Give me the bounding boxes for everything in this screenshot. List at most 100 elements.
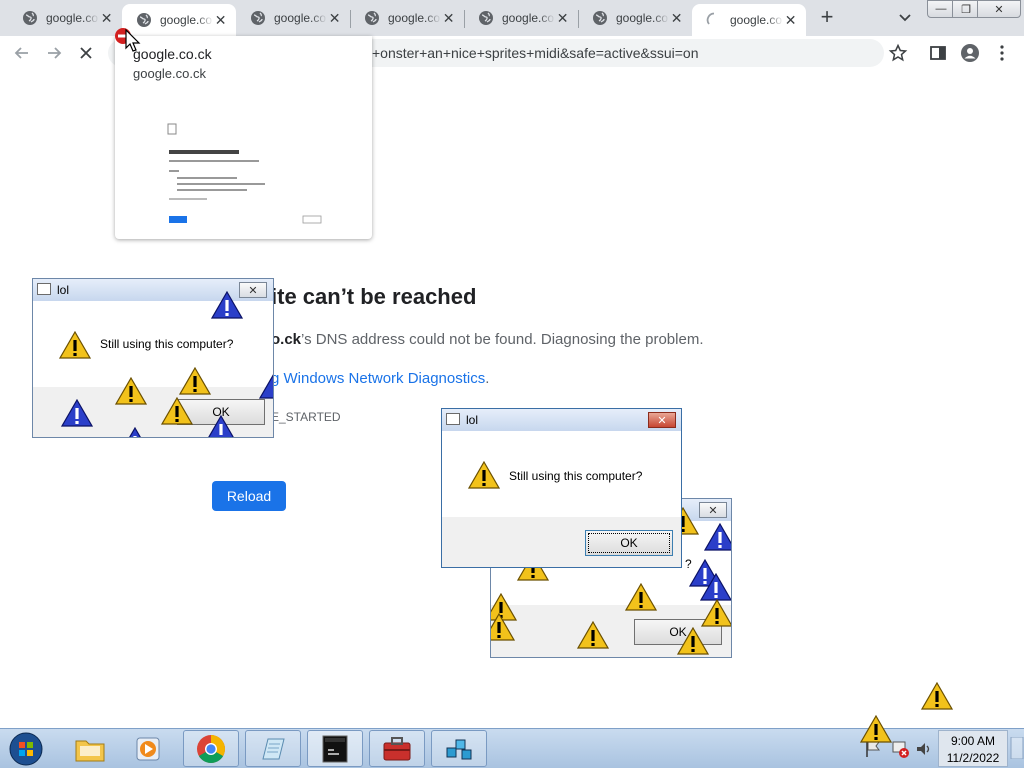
warning-icon xyxy=(179,367,211,395)
taskbar-media-player[interactable] xyxy=(120,730,176,767)
minimize-button[interactable]: — xyxy=(927,0,955,18)
tab-title: google.co.ck xyxy=(160,13,213,27)
warning-icon xyxy=(704,523,732,551)
address-text[interactable]: +onster+an+nice+sprites+midi&safe=active… xyxy=(372,45,698,61)
dialog-close-button[interactable]: ✕ xyxy=(239,282,267,298)
tab-close-button[interactable]: ✕ xyxy=(99,10,114,26)
diagnostics-period: . xyxy=(485,370,490,387)
profile-avatar-icon[interactable] xyxy=(960,43,980,63)
forward-arrow-icon[interactable] xyxy=(44,43,64,63)
warning-icon xyxy=(259,371,274,399)
warning-icon xyxy=(577,621,609,649)
restore-button[interactable]: ❐ xyxy=(952,0,980,18)
show-desktop-button[interactable] xyxy=(1010,737,1024,759)
folder-icon xyxy=(75,740,105,761)
tab-close-button[interactable]: ✕ xyxy=(327,10,342,26)
diagnostics-line: g Windows Network Diagnostics. xyxy=(271,370,489,387)
tab-close-button[interactable]: ✕ xyxy=(213,12,228,28)
chrome-icon xyxy=(197,734,225,763)
windows-start-orb-icon xyxy=(9,732,43,765)
browser-tab-loading[interactable]: google.co.ck ✕ xyxy=(692,4,806,36)
warning-icon xyxy=(701,599,732,627)
reload-button[interactable]: Reload xyxy=(212,481,286,511)
warning-icon xyxy=(161,397,193,425)
taskbar-terminal[interactable] xyxy=(307,730,363,767)
bookmark-star-icon[interactable] xyxy=(888,43,908,63)
globe-icon xyxy=(250,10,266,26)
side-panel-icon[interactable] xyxy=(928,43,948,63)
page-thumbnail xyxy=(167,123,322,224)
warning-icon xyxy=(205,415,237,438)
tab-title: google.co.ck xyxy=(730,13,783,27)
dns-error-message: o.ck’s DNS address could not be found. D… xyxy=(271,331,703,348)
taskbar-toolbox[interactable] xyxy=(369,730,425,767)
dialog-close-button[interactable]: ✕ xyxy=(648,412,676,428)
tab-close-button[interactable]: ✕ xyxy=(555,10,570,26)
window-close-button[interactable]: ✕ xyxy=(977,0,1021,18)
back-arrow-icon[interactable] xyxy=(12,43,32,63)
globe-icon xyxy=(364,10,380,26)
network-disconnected-icon[interactable] xyxy=(890,739,910,759)
clock-date: 11/2/2022 xyxy=(946,751,1000,765)
dialog-title: lol xyxy=(57,283,70,297)
tab-title: google.co.ck xyxy=(616,11,669,25)
warning-icon xyxy=(921,682,953,710)
media-player-icon xyxy=(136,737,160,760)
terminal-icon xyxy=(322,735,348,762)
taskbar-notepad[interactable] xyxy=(245,730,301,767)
tab-title: google.co.ck xyxy=(388,11,441,25)
dialog-close-button[interactable]: ✕ xyxy=(699,502,727,518)
tab-title: google.co.ck xyxy=(46,11,99,25)
stop-loading-icon[interactable] xyxy=(76,43,96,63)
diagnostics-link[interactable]: g Windows Network Diagnostics xyxy=(271,370,485,387)
app-icon xyxy=(446,413,460,425)
browser-tab[interactable]: google.co.ck ✕ xyxy=(350,4,464,32)
clock-time: 9:00 AM xyxy=(950,734,996,748)
warning-icon xyxy=(61,399,93,427)
alert-dialog: lol ✕ Still using this computer? OK xyxy=(32,278,274,438)
browser-tab[interactable]: google.co.ck ✕ xyxy=(578,4,692,32)
warning-icon xyxy=(860,715,892,743)
alert-dialog: lol ✕ Still using this computer? OK xyxy=(441,408,682,568)
start-button[interactable] xyxy=(0,730,52,767)
new-tab-button[interactable]: + xyxy=(816,4,838,29)
app-icon xyxy=(37,283,51,295)
tab-strip: google.co.ck ✕ google.co.ck ✕ google.co.… xyxy=(0,0,1024,36)
warning-icon xyxy=(490,613,515,641)
warning-icon xyxy=(59,331,91,359)
browser-tab[interactable]: google.co.ck ✕ xyxy=(236,4,350,32)
warning-icon xyxy=(677,627,709,655)
taskbar-explorer[interactable] xyxy=(62,730,118,767)
dialog-message: Still using this computer? xyxy=(100,337,234,351)
dialog-titlebar: lol ✕ xyxy=(442,409,681,431)
dialog-message: Still using this computer? xyxy=(509,469,643,483)
globe-icon xyxy=(478,10,494,26)
warning-icon xyxy=(211,291,243,319)
globe-icon xyxy=(592,10,608,26)
notepad-icon xyxy=(262,738,285,759)
globe-icon xyxy=(22,10,38,26)
taskbar-clock[interactable]: 9:00 AM 11/2/2022 xyxy=(938,730,1008,767)
warning-icon xyxy=(468,461,500,489)
loading-spinner-icon xyxy=(706,12,715,25)
taskbar-chrome[interactable] xyxy=(183,730,239,767)
ok-button[interactable]: OK xyxy=(585,530,673,556)
tab-hover-card: google.co.ck google.co.ck xyxy=(115,36,372,239)
error-code: E_STARTED xyxy=(271,410,341,424)
chevron-down-icon[interactable] xyxy=(896,8,914,26)
tab-title: google.co.ck xyxy=(502,11,555,25)
volume-icon[interactable] xyxy=(914,739,934,759)
tab-close-button[interactable]: ✕ xyxy=(441,10,456,26)
cursor-icon xyxy=(115,28,141,52)
tab-close-button[interactable]: ✕ xyxy=(783,12,798,28)
taskbar-network-app[interactable] xyxy=(431,730,487,767)
browser-tab[interactable]: google.co.ck ✕ xyxy=(8,4,122,32)
browser-tab[interactable]: google.co.ck ✕ xyxy=(464,4,578,32)
error-title: ite can’t be reached xyxy=(271,284,477,309)
dns-error-rest: ’s DNS address could not be found. Diagn… xyxy=(301,331,704,348)
dialog-body: Still using this computer? xyxy=(442,431,681,517)
network-cubes-icon xyxy=(446,739,472,759)
tab-close-button[interactable]: ✕ xyxy=(669,10,684,26)
dns-domain-bold: o.ck xyxy=(271,331,302,348)
more-menu-icon[interactable] xyxy=(992,43,1012,63)
